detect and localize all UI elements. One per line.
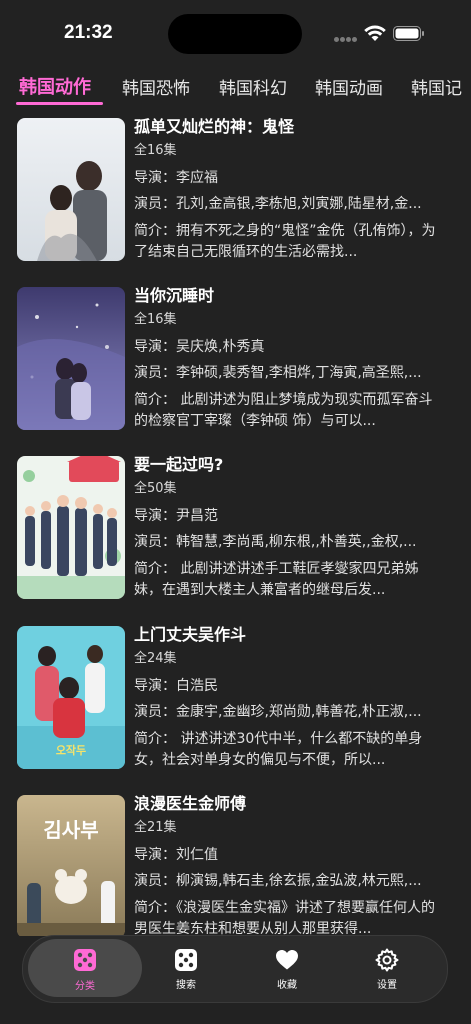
dice-icon xyxy=(74,949,96,971)
tab-korean-horror[interactable]: 韩国恐怖 xyxy=(122,74,190,99)
list-item[interactable]: 当你沉睡时 全16集 导演：吴庆焕,朴秀真 演员：李钟硕,裴秀智,李相烨,丁海寅… xyxy=(0,285,471,435)
item-summary: 简介： 讲述讲述30代中半，什么都不缺的单身女，社会对单身女的偏见与不便，所以.… xyxy=(134,731,423,768)
home-indicator xyxy=(0,1010,471,1024)
item-episodes: 全16集 xyxy=(134,143,177,158)
nav-favorites[interactable]: 收藏 xyxy=(237,936,337,1002)
item-director: 导演：李应福 xyxy=(134,170,218,186)
nav-label: 分类 xyxy=(75,981,95,992)
status-bar: 21:32 xyxy=(0,0,471,70)
svg-text:김사부: 김사부 xyxy=(43,818,98,842)
wifi-icon xyxy=(364,25,386,41)
dynamic-island xyxy=(168,14,302,54)
item-info: 当你沉睡时 全16集 导演：吴庆焕,朴秀真 演员：李钟硕,裴秀智,李相烨,丁海寅… xyxy=(134,285,454,432)
heart-icon xyxy=(276,950,298,970)
poster-image xyxy=(17,118,125,261)
nav-label: 设置 xyxy=(377,980,397,991)
item-cast: 演员：孔刘,金高银,李栋旭,刘寅娜,陆星材,金... xyxy=(134,196,422,212)
item-title: 浪漫医生金师傅 xyxy=(134,794,247,813)
item-director: 导演：白浩民 xyxy=(134,678,218,694)
item-title: 孤单又灿烂的神：鬼怪 xyxy=(134,117,295,136)
poster-image: 김사부 xyxy=(17,795,125,936)
poster-image xyxy=(17,287,125,430)
bottom-nav: 分类 搜索 收藏 设置 xyxy=(22,935,448,1003)
battery-icon xyxy=(393,26,424,41)
item-episodes: 全21集 xyxy=(134,820,177,835)
nav-search[interactable]: 搜索 xyxy=(136,936,236,1002)
tab-korean-scifi[interactable]: 韩国科幻 xyxy=(219,74,287,99)
item-cast: 演员：柳演锡,韩石圭,徐玄振,金弘波,林元熙,... xyxy=(134,873,422,889)
nav-label: 收藏 xyxy=(277,980,297,991)
poster-image: 오작두 xyxy=(17,626,125,769)
nav-category[interactable]: 分类 xyxy=(28,939,142,997)
item-title: 要一起过吗? xyxy=(134,455,224,474)
list-item[interactable]: 오작두 上门丈夫吴作斗 全24集 导演：白浩民 演员：金康宇,金幽珍,郑尚勋,韩… xyxy=(0,624,471,774)
item-info: 浪漫医生金师傅 全21集 导演：刘仁值 演员：柳演锡,韩石圭,徐玄振,金弘波,林… xyxy=(134,793,454,936)
active-tab-indicator xyxy=(16,102,103,105)
item-director: 导演：刘仁值 xyxy=(134,847,218,863)
item-summary: 简介：《浪漫医生金实福》讲述了想要赢任何人的男医生姜东柱和想要从别人那里获得..… xyxy=(134,900,435,936)
nav-label: 搜索 xyxy=(176,980,196,991)
item-info: 上门丈夫吴作斗 全24集 导演：白浩民 演员：金康宇,金幽珍,郑尚勋,韩善花,朴… xyxy=(134,624,454,771)
drama-list: 孤单又灿烂的神：鬼怪 全16集 导演：李应福 演员：孔刘,金高银,李栋旭,刘寅娜… xyxy=(0,116,471,936)
tab-korean-documentary[interactable]: 韩国记 xyxy=(411,74,462,99)
item-cast: 演员：韩智慧,李尚禹,柳东根,,朴善英,,金权,... xyxy=(134,534,417,550)
item-info: 孤单又灿烂的神：鬼怪 全16集 导演：李应福 演员：孔刘,金高银,李栋旭,刘寅娜… xyxy=(134,116,454,263)
item-director: 导演：吴庆焕,朴秀真 xyxy=(134,339,265,355)
item-info: 要一起过吗? 全50集 导演：尹昌范 演员：韩智慧,李尚禹,柳东根,,朴善英,,… xyxy=(134,454,454,601)
item-episodes: 全16集 xyxy=(134,312,177,327)
list-item[interactable]: 김사부 浪漫医生金师傅 全21集 导演：刘仁值 演员：柳演锡,韩石圭,徐玄振,金… xyxy=(0,793,471,936)
item-title: 当你沉睡时 xyxy=(134,286,215,305)
status-time: 21:32 xyxy=(64,22,113,43)
tab-korean-animation[interactable]: 韩国动画 xyxy=(315,74,383,99)
svg-text:오작두: 오작두 xyxy=(56,743,86,757)
item-director: 导演：尹昌范 xyxy=(134,508,218,524)
item-summary: 简介：拥有不死之身的“鬼怪”金侁（孔侑饰），为了结束自己无限循环的生活必需找..… xyxy=(134,223,436,260)
nav-settings[interactable]: 设置 xyxy=(337,936,437,1002)
item-episodes: 全24集 xyxy=(134,651,177,666)
item-cast: 演员：李钟硕,裴秀智,李相烨,丁海寅,高圣熙,... xyxy=(134,365,422,381)
gear-icon xyxy=(375,948,399,972)
list-item[interactable]: 孤单又灿烂的神：鬼怪 全16集 导演：李应福 演员：孔刘,金高银,李栋旭,刘寅娜… xyxy=(0,116,471,266)
item-cast: 演员：金康宇,金幽珍,郑尚勋,韩善花,朴正淑,... xyxy=(134,704,422,720)
list-item[interactable]: 要一起过吗? 全50集 导演：尹昌范 演员：韩智慧,李尚禹,柳东根,,朴善英,,… xyxy=(0,454,471,604)
dice-icon xyxy=(175,949,197,971)
item-summary: 简介： 此剧讲述为阻止梦境成为现实而孤军奋斗的检察官丁宰璨（李钟硕 饰）与可以.… xyxy=(134,392,433,429)
tab-korean-action[interactable]: 韩国动作 xyxy=(19,73,91,99)
poster-image xyxy=(17,456,125,599)
category-tabs: 韩国动作 韩国恐怖 韩国科幻 韩国动画 韩国记 xyxy=(0,66,471,110)
item-title: 上门丈夫吴作斗 xyxy=(134,625,247,644)
item-summary: 简介： 此剧讲述讲述手工鞋匠孝燮家四兄弟姊妹，在遇到大楼主人兼富者的继母后发..… xyxy=(134,561,419,598)
item-episodes: 全50集 xyxy=(134,481,177,496)
cellular-signal-icon xyxy=(334,37,358,43)
